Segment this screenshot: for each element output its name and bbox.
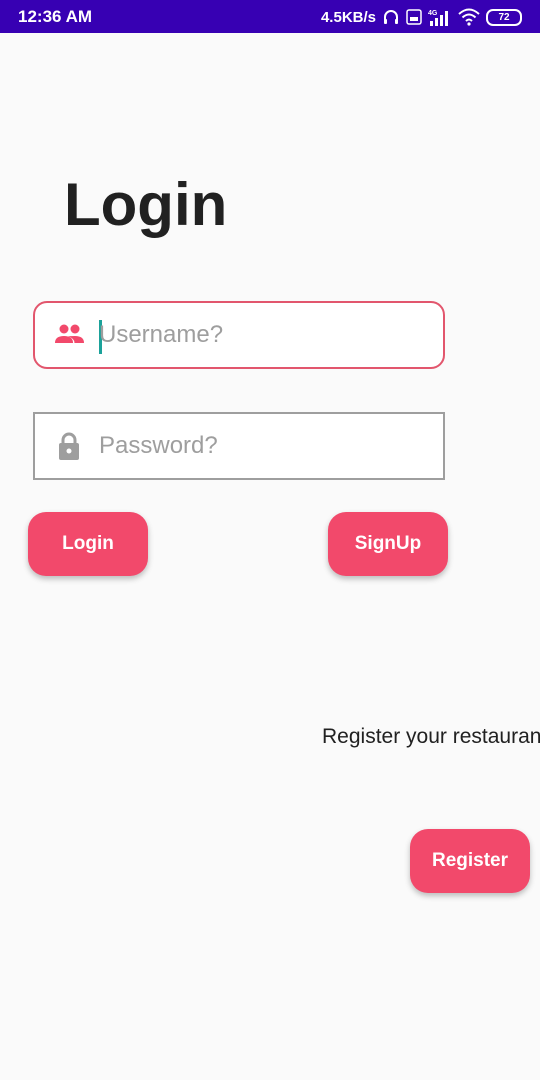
status-time: 12:36 AM [18,7,93,26]
wifi-icon [458,8,480,26]
people-icon [52,318,86,352]
network-type: 4G [428,10,438,17]
password-field[interactable] [33,412,445,480]
signup-button[interactable]: SignUp [328,512,448,576]
register-button[interactable]: Register [410,829,530,893]
signal-icon: 4G [428,8,452,26]
network-speed: 4.5KB/s [320,8,376,26]
page-title: Login [64,171,228,238]
register-prompt: Register your restaurant [322,725,540,748]
password-input[interactable] [99,414,429,478]
headphones-icon [382,8,400,26]
lock-icon [52,429,86,463]
username-input[interactable] [99,303,429,367]
volte-icon [406,9,422,25]
status-bar: 12:36 AM 4.5KB/s 4G 72 [0,0,540,33]
username-field[interactable] [33,301,445,369]
status-icons: 4.5KB/s 4G 72 [321,7,522,27]
login-button[interactable]: Login [28,512,148,576]
battery-icon: 72 [486,8,522,26]
